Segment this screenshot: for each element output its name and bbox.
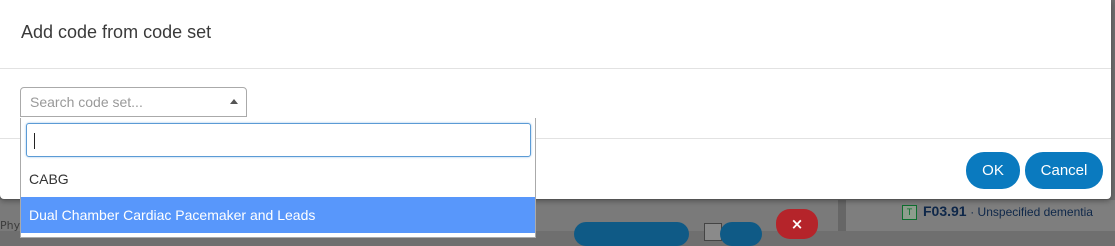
chevron-up-icon xyxy=(230,99,238,104)
cancel-button[interactable]: Cancel xyxy=(1025,152,1103,189)
code-type-icon: T xyxy=(902,205,917,221)
ok-button[interactable]: OK xyxy=(966,152,1020,189)
delete-button: × xyxy=(776,209,818,239)
dropdown-option-pacemaker[interactable]: Dual Chamber Cardiac Pacemaker and Leads xyxy=(21,197,535,233)
background-label: Phy xyxy=(0,219,21,232)
dropdown-search-field[interactable] xyxy=(26,123,531,157)
code-set-dropdown: CABG Dual Chamber Cardiac Pacemaker and … xyxy=(20,118,536,238)
text-caret xyxy=(34,133,35,149)
dropdown-search-input[interactable] xyxy=(27,124,530,156)
code-set-select[interactable]: Search code set... xyxy=(20,87,247,117)
code-description: · Unspecified dementia xyxy=(970,205,1093,219)
background-button xyxy=(720,222,762,246)
modal-title: Add code from code set xyxy=(21,22,212,42)
background-code-row: T F03.91 · Unspecified dementia xyxy=(902,203,1093,221)
modal-header: Add code from code set xyxy=(0,0,1111,69)
select-placeholder: Search code set... xyxy=(30,94,143,110)
code-value: F03.91 xyxy=(923,203,967,219)
dropdown-option-cabg[interactable]: CABG xyxy=(21,161,535,197)
background-button xyxy=(574,222,689,246)
